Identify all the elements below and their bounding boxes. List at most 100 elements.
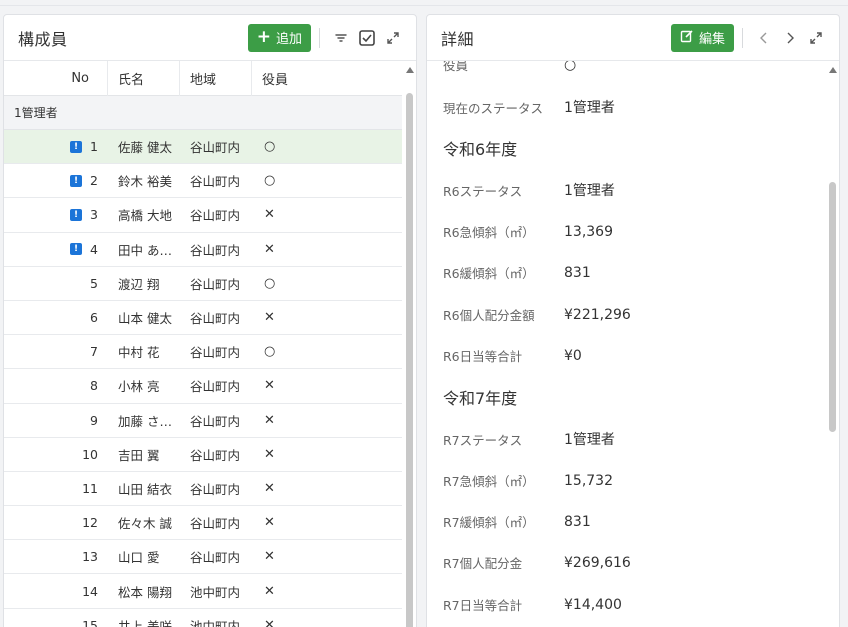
table-body: ! 1 佐藤 健太 谷山町内 ○! 2 鈴木 裕美 谷山町内 ○! 3 高橋 大地 谷山町内 ✕! 4 田中… bbox=[4, 130, 402, 627]
cell-no: 14 bbox=[4, 584, 108, 599]
table-row[interactable]: ! 3 高橋 大地 谷山町内 ✕ bbox=[4, 198, 402, 233]
cell-no: ! 1 bbox=[4, 139, 108, 154]
field-value: ¥0 bbox=[564, 347, 582, 364]
detail-field: R7ステータス 1管理者 bbox=[443, 429, 615, 449]
table-row[interactable]: ! 4 田中 あか… 谷山町内 ✕ bbox=[4, 233, 402, 267]
field-value: 1管理者 bbox=[564, 432, 615, 448]
scrollbar-thumb[interactable] bbox=[829, 182, 836, 432]
table-row[interactable]: 14 松本 陽翔 池中町内 ✕ bbox=[4, 574, 402, 609]
scroll-up-arrow-icon[interactable] bbox=[829, 67, 837, 73]
table-row[interactable]: 8 小林 亮 谷山町内 ✕ bbox=[4, 369, 402, 404]
cell-role: ✕ bbox=[264, 310, 275, 326]
chevron-right-icon[interactable] bbox=[779, 27, 801, 49]
table-row[interactable]: 10 吉田 翼 谷山町内 ✕ bbox=[4, 438, 402, 472]
expand-icon[interactable] bbox=[805, 27, 827, 49]
field-value: 1管理者 bbox=[564, 183, 615, 199]
cell-area: 谷山町内 bbox=[190, 516, 241, 532]
cell-role: ✕ bbox=[264, 412, 275, 428]
row-number: 11 bbox=[82, 480, 98, 496]
warning-icon: ! bbox=[70, 140, 83, 153]
cell-name: 高橋 大地 bbox=[118, 208, 172, 224]
table-row[interactable]: ! 2 鈴木 裕美 谷山町内 ○ bbox=[4, 164, 402, 199]
row-number: 2 bbox=[90, 173, 98, 189]
column-header-name[interactable]: 氏名 bbox=[108, 61, 180, 96]
row-number: 5 bbox=[90, 275, 98, 291]
cell-name: 田中 あか… bbox=[118, 242, 180, 258]
group-row[interactable]: 1管理者 bbox=[4, 96, 402, 130]
scroll-up-arrow-icon[interactable] bbox=[406, 67, 414, 73]
table-header: No 氏名 地域 役員 bbox=[4, 61, 402, 96]
table-row[interactable]: 15 井上 美咲 池中町内 ✕ bbox=[4, 609, 402, 627]
detail-field: R6急傾斜（㎡） 13,369 bbox=[443, 222, 613, 241]
cell-no: 5 bbox=[4, 276, 108, 291]
detail-field: R6緩傾斜（㎡） 831 bbox=[443, 263, 591, 282]
cell-role: ○ bbox=[264, 344, 276, 360]
add-button[interactable]: + 追加 bbox=[247, 23, 311, 52]
field-label: R6緩傾斜（㎡） bbox=[443, 266, 535, 281]
cell-area: 谷山町内 bbox=[190, 447, 241, 463]
cell-no: 6 bbox=[4, 310, 108, 325]
row-number: 4 bbox=[90, 241, 98, 257]
top-bar bbox=[0, 0, 848, 6]
row-number: 1 bbox=[90, 139, 98, 155]
cell-no: 12 bbox=[4, 515, 108, 530]
table-row[interactable]: 5 渡辺 翔 谷山町内 ○ bbox=[4, 267, 402, 301]
field-value: 831 bbox=[564, 513, 591, 530]
members-panel-title: 構成員 bbox=[18, 29, 68, 49]
header-divider bbox=[742, 27, 743, 48]
cell-name: 佐藤 健太 bbox=[118, 140, 172, 156]
edit-button[interactable]: 編集 bbox=[670, 23, 734, 52]
header-divider bbox=[319, 27, 320, 48]
column-header-role[interactable]: 役員 bbox=[252, 61, 402, 96]
warning-icon: ! bbox=[70, 243, 83, 256]
column-header-no[interactable]: No bbox=[4, 61, 108, 96]
warning-icon: ! bbox=[70, 208, 83, 221]
cell-name: 鈴木 裕美 bbox=[118, 174, 172, 190]
row-number: 10 bbox=[82, 446, 98, 462]
table-row[interactable]: 13 山口 愛 谷山町内 ✕ bbox=[4, 540, 402, 575]
cell-area: 谷山町内 bbox=[190, 140, 241, 156]
section-title-r6: 令和6年度 bbox=[443, 140, 518, 159]
expand-icon[interactable] bbox=[382, 27, 404, 49]
table-row[interactable]: ! 1 佐藤 健太 谷山町内 ○ bbox=[4, 130, 402, 165]
detail-field: R7急傾斜（㎡） 15,732 bbox=[443, 471, 613, 490]
cell-area: 谷山町内 bbox=[190, 276, 241, 292]
field-value: ¥269,616 bbox=[564, 554, 631, 571]
cell-no: 8 bbox=[4, 378, 108, 393]
cell-role: ✕ bbox=[264, 583, 275, 599]
warning-icon: ! bbox=[70, 174, 83, 187]
table-row[interactable]: 6 山本 健太 谷山町内 ✕ bbox=[4, 301, 402, 336]
scrollbar-thumb[interactable] bbox=[406, 93, 413, 627]
row-number: 3 bbox=[90, 207, 98, 223]
cell-name: 吉田 翼 bbox=[118, 447, 160, 463]
cell-no: 9 bbox=[4, 413, 108, 428]
row-number: 9 bbox=[90, 412, 98, 428]
detail-panel-header: 詳細 編集 bbox=[427, 15, 839, 61]
cell-area: 谷山町内 bbox=[190, 550, 241, 566]
row-number: 6 bbox=[90, 310, 98, 326]
field-label: R7日当等合計 bbox=[443, 598, 523, 613]
cell-area: 谷山町内 bbox=[190, 174, 241, 190]
table-row[interactable]: 11 山田 結衣 谷山町内 ✕ bbox=[4, 472, 402, 507]
table-row[interactable]: 12 佐々木 誠 谷山町内 ✕ bbox=[4, 506, 402, 541]
cell-role: ○ bbox=[264, 173, 276, 189]
cell-name: 小林 亮 bbox=[118, 379, 160, 395]
cell-area: 谷山町内 bbox=[190, 379, 241, 395]
column-header-area[interactable]: 地域 bbox=[180, 61, 252, 96]
members-panel: 構成員 + 追加 No 氏名 地域 役員 1管理者 ! 1 佐藤 健太 谷山町内 ○! 2… bbox=[3, 14, 417, 627]
detail-field: R7日当等合計 ¥14,400 bbox=[443, 595, 622, 614]
row-number: 13 bbox=[82, 549, 98, 565]
detail-field: R7緩傾斜（㎡） 831 bbox=[443, 512, 591, 531]
chevron-left-icon[interactable] bbox=[753, 27, 775, 49]
checkbox-icon[interactable] bbox=[356, 27, 378, 49]
field-value: 1管理者 bbox=[564, 100, 615, 116]
cell-name: 井上 美咲 bbox=[118, 618, 172, 627]
cell-name: 山本 健太 bbox=[118, 311, 172, 327]
table-row[interactable]: 7 中村 花 谷山町内 ○ bbox=[4, 335, 402, 370]
cell-name: 佐々木 誠 bbox=[118, 516, 172, 532]
cell-no: 15 bbox=[4, 618, 108, 627]
filter-icon[interactable] bbox=[330, 27, 352, 49]
row-number: 12 bbox=[82, 515, 98, 531]
table-row[interactable]: 9 加藤 さく… 谷山町内 ✕ bbox=[4, 404, 402, 438]
cell-no: 7 bbox=[4, 344, 108, 359]
